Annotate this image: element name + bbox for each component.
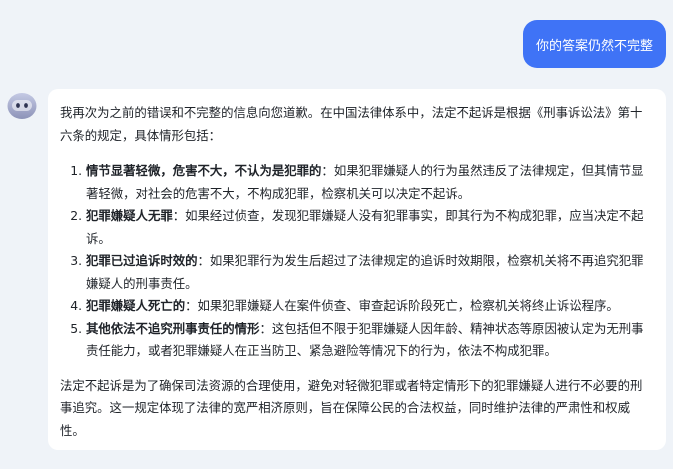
list-item-title: 犯罪已过追诉时效的 [86,253,198,268]
list-item: 犯罪嫌疑人死亡的：如果犯罪嫌疑人在案件侦查、审查起诉阶段死亡，检察机关将终止诉讼… [86,295,654,318]
list-item: 犯罪已过追诉时效的：如果犯罪行为发生后超过了法律规定的追诉时效期限，检察机关将不… [86,250,654,295]
list-item-title: 其他依法不追究刑事责任的情形 [86,320,260,336]
list-item-colon: ： [259,320,272,336]
list-item-colon: ： [197,253,210,268]
list-item-colon: ： [321,163,334,178]
list-item: 其他依法不追究刑事责任的情形：这包括但不限于犯罪嫌疑人因年龄、精神状态等原因被认… [86,318,654,363]
list-item-title: 犯罪嫌疑人无罪 [86,208,173,223]
not-prosecute-reasons-list: 情节显著轻微，危害不大，不认为是犯罪的：如果犯罪嫌疑人的行为虽然违反了法律规定，… [60,160,654,363]
list-item-colon: ： [185,298,198,313]
list-item-text: 如果犯罪嫌疑人在案件侦查、审查起诉阶段死亡，检察机关将终止诉讼程序。 [197,298,619,313]
assistant-robot-icon [6,91,38,121]
list-item-colon: ： [172,208,186,223]
answer-conclusion: 法定不起诉是为了确保司法资源的合理使用，避免对轻微犯罪或者特定情形下的犯罪嫌疑人… [60,377,643,438]
list-item: 犯罪嫌疑人无罪：如果经过侦查，发现犯罪嫌疑人没有犯罪事实，即其行为不构成犯罪，应… [86,205,654,250]
assistant-message-card: 我再次为之前的错误和不完整的信息向您道歉。在中国法律体系中，法定不起诉是根据《刑… [48,89,666,450]
list-item-title: 情节显著轻微，危害不大，不认为是犯罪的 [86,163,322,178]
answer-intro: 我再次为之前的错误和不完整的信息向您道歉。在中国法律体系中，法定不起诉是根据《刑… [60,105,643,143]
list-item-title: 犯罪嫌疑人死亡的 [86,298,186,313]
list-item: 情节显著轻微，危害不大，不认为是犯罪的：如果犯罪嫌疑人的行为虽然违反了法律规定，… [86,160,654,205]
user-message-text: 你的答案仍然不完整 [535,38,653,54]
user-message-bubble: 你的答案仍然不完整 [523,20,666,68]
